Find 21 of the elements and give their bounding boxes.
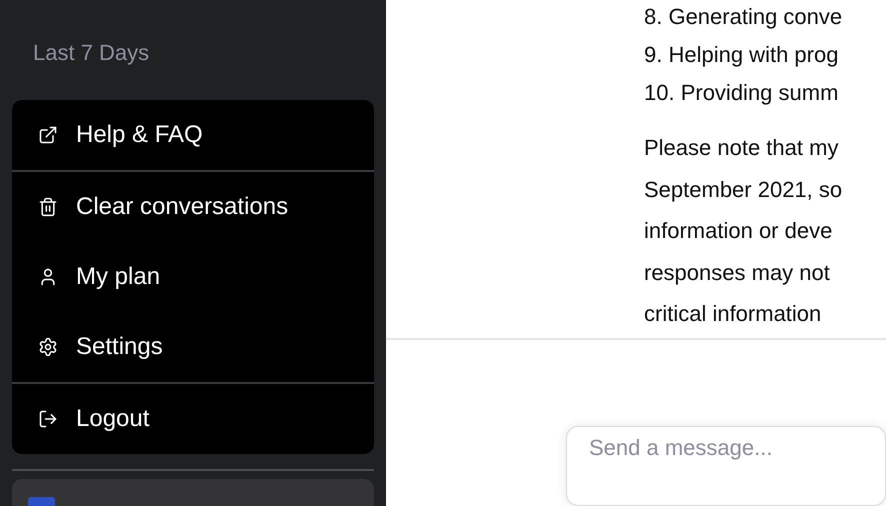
paragraph-line: critical information bbox=[644, 300, 822, 328]
external-link-icon bbox=[38, 125, 58, 145]
menu-item[interactable]: Help & FAQ bbox=[12, 100, 374, 170]
logout-icon bbox=[38, 409, 58, 429]
paragraph-line: information or deve bbox=[644, 217, 834, 245]
account-panel[interactable] bbox=[12, 479, 374, 506]
list-item-text: 8. Generating conve bbox=[644, 3, 844, 31]
section-title: Last 7 Days bbox=[32, 39, 150, 67]
list-item-text: 10. Providing summ bbox=[644, 79, 840, 107]
list-item-text: 9. Helping with prog bbox=[644, 41, 840, 69]
user-avatar bbox=[28, 497, 55, 506]
paragraph-line: Please note that my bbox=[644, 134, 840, 162]
menu-item[interactable]: Logout bbox=[12, 384, 374, 454]
menu-item[interactable]: Settings bbox=[12, 312, 374, 382]
trash-icon bbox=[38, 197, 58, 217]
message-input[interactable]: Send a message... bbox=[566, 426, 886, 506]
paragraph-line: September 2021, so bbox=[644, 176, 844, 204]
menu-item[interactable]: Clear conversations bbox=[12, 172, 374, 242]
paragraph-line: responses may not bbox=[644, 258, 831, 287]
settings-icon bbox=[38, 337, 58, 357]
menu-item[interactable]: My plan bbox=[12, 242, 374, 312]
